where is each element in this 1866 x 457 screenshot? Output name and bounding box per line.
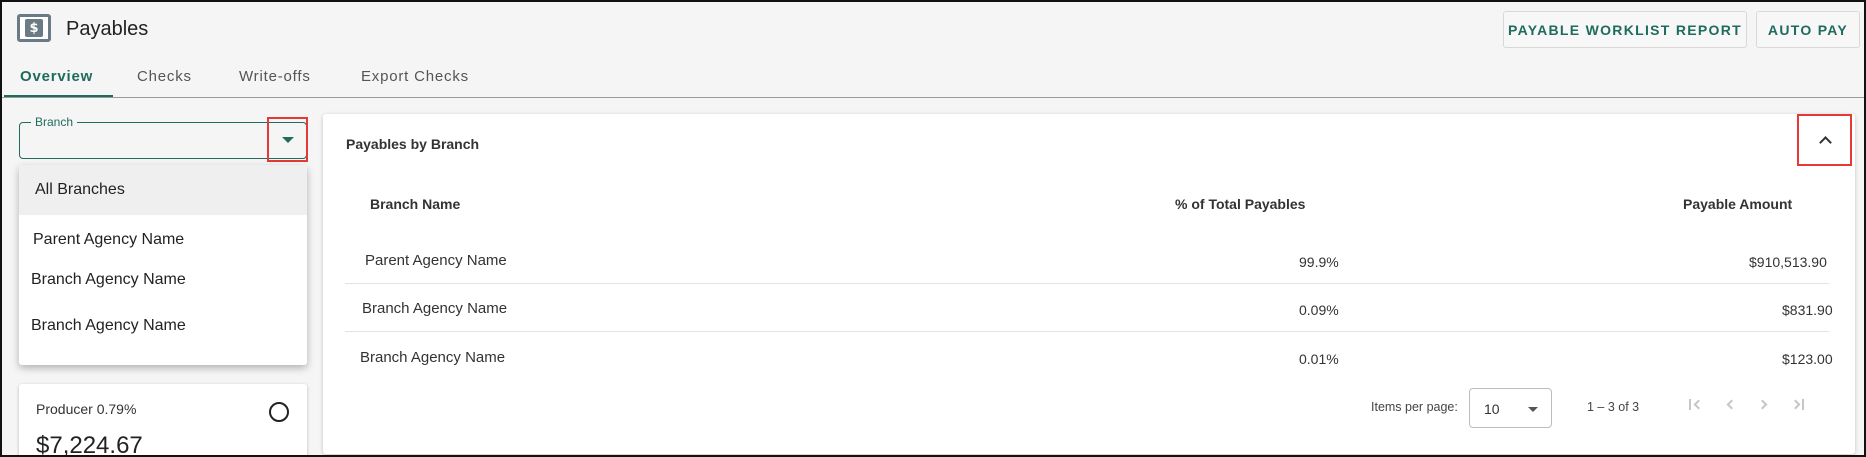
dropdown-option-branch-agency[interactable]: Branch Agency Name <box>19 255 307 299</box>
option-label: Parent Agency Name <box>33 231 185 248</box>
dropdown-option-all-branches[interactable]: All Branches <box>19 165 307 215</box>
dollar-document-icon: $ <box>17 14 51 42</box>
producer-card[interactable]: Producer 0.79% $7,224.67 <box>19 384 307 457</box>
producer-label: Producer 0.79% <box>36 401 137 417</box>
auto-pay-button[interactable]: AUTO PAY <box>1756 11 1860 48</box>
next-page-icon[interactable] <box>1755 395 1775 415</box>
payable-worklist-report-button[interactable]: PAYABLE WORKLIST REPORT <box>1503 11 1747 48</box>
app-window: $ Payables PAYABLE WORKLIST REPORT AUTO … <box>0 0 1866 457</box>
tab-export-checks[interactable]: Export Checks <box>361 68 469 85</box>
branch-dropdown-menu: All Branches Parent Agency Name Branch A… <box>19 165 307 365</box>
tab-overview[interactable]: Overview <box>20 68 93 85</box>
option-label: Branch Agency Name <box>31 317 186 334</box>
payables-by-branch-panel: Payables by Branch Branch Name % of Tota… <box>323 114 1855 454</box>
producer-radio[interactable] <box>269 402 289 422</box>
dropdown-option-branch-agency[interactable]: Branch Agency Name <box>19 299 307 349</box>
items-per-page-label: Items per page: <box>1371 400 1458 414</box>
column-header-amount[interactable]: Payable Amount <box>1683 196 1792 212</box>
pagination-range: 1 – 3 of 3 <box>1587 400 1640 414</box>
tab-write-offs[interactable]: Write-offs <box>239 68 311 85</box>
percent-cell: 0.01% <box>1299 351 1339 367</box>
table-row[interactable]: Branch Agency Name 0.01% $123.00 <box>345 332 1833 380</box>
column-header-percent[interactable]: % of Total Payables <box>1175 196 1305 212</box>
branch-select-label: Branch <box>31 115 78 129</box>
tab-bar: Overview Checks Write-offs Export Checks <box>2 62 1864 98</box>
page-title: Payables <box>66 18 149 40</box>
collapse-panel-button[interactable] <box>1797 114 1852 166</box>
branch-dropdown-toggle[interactable] <box>267 117 308 162</box>
column-header-branch-name[interactable]: Branch Name <box>370 196 460 212</box>
table-row[interactable]: Parent Agency Name 99.9% $910,513.90 <box>345 236 1829 284</box>
dropdown-option-parent-agency[interactable]: Parent Agency Name <box>19 215 307 255</box>
percent-cell: 0.09% <box>1299 302 1339 318</box>
page-size-value: 10 <box>1484 401 1500 417</box>
amount-cell: $123.00 <box>1782 351 1833 367</box>
branch-name-cell: Branch Agency Name <box>362 300 508 317</box>
tabs-divider <box>2 97 1864 98</box>
page-size-select[interactable]: 10 <box>1469 388 1552 428</box>
branch-name-cell: Branch Agency Name <box>360 349 506 366</box>
first-page-icon[interactable] <box>1685 395 1705 415</box>
producer-amount: $7,224.67 <box>36 432 143 457</box>
table-row[interactable]: Branch Agency Name 0.09% $831.90 <box>345 284 1833 332</box>
tab-checks[interactable]: Checks <box>137 68 192 85</box>
panel-title: Payables by Branch <box>346 136 480 152</box>
last-page-icon[interactable] <box>1788 395 1808 415</box>
option-label: Branch Agency Name <box>31 271 186 288</box>
caret-down-icon <box>1528 407 1538 412</box>
branch-name-cell: Parent Agency Name <box>365 252 507 269</box>
percent-cell: 99.9% <box>1299 254 1339 270</box>
caret-down-icon <box>282 137 294 143</box>
option-label: All Branches <box>35 181 125 198</box>
chevron-up-icon <box>1819 136 1832 149</box>
amount-cell: $831.90 <box>1782 302 1833 318</box>
amount-cell: $910,513.90 <box>1749 254 1827 270</box>
previous-page-icon[interactable] <box>1718 395 1738 415</box>
